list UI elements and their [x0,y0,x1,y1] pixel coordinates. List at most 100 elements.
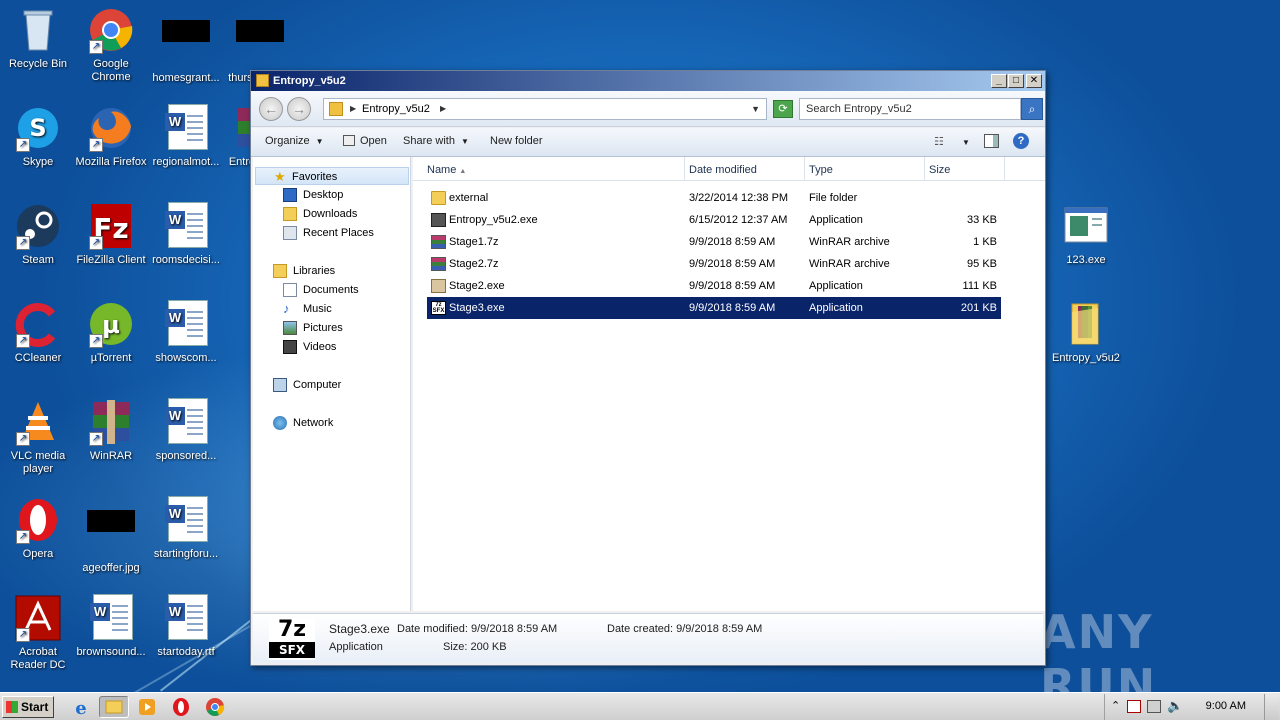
search-input[interactable]: Search Entropy_v5u2 [799,98,1021,120]
address-dropdown-icon[interactable]: ▼ [751,99,760,119]
desktop-icon-ccleaner[interactable]: ↗ CCleaner [0,300,76,365]
desktop-icon-showscom[interactable]: W showscom... [148,300,224,365]
column-date-modified[interactable]: Date modified [685,157,805,181]
nav-desktop-label: Desktop [303,189,344,201]
winrar-archive-icon [431,235,446,249]
desktop-icon-steam[interactable]: ↗ Steam [0,202,76,267]
folder-icon [329,102,343,116]
desktop-icon-recycle-bin[interactable]: Recycle Bin [0,6,76,71]
nav-videos[interactable]: Videos [283,338,336,356]
shortcut-arrow-icon: ↗ [16,334,30,348]
clock[interactable]: 9:00 AM [1206,700,1246,712]
network-status-icon[interactable] [1147,700,1161,713]
close-button[interactable]: ✕ [1026,74,1042,88]
downloads-folder-icon [283,207,297,221]
breadcrumb-chevron-icon[interactable]: ▶ [440,99,446,119]
nav-computer-label: Computer [293,379,342,391]
new-folder-button[interactable]: New folder [490,135,543,147]
desktop-icon-chrome[interactable]: ↗ Google Chrome [73,6,149,84]
desktop-icon-startingforu[interactable]: W startingforu... [148,496,224,561]
desktop-icon-entropy-folder[interactable]: Entropy_v5u2 [1048,300,1124,365]
start-button[interactable]: Start [2,696,54,718]
desktop-icon-brownsound[interactable]: W brownsound... [73,594,149,659]
address-field[interactable]: ▶ Entropy_v5u2 ▶ ▼ [323,98,767,120]
desktop-icon-opera[interactable]: ↗ Opera [0,496,76,561]
nav-pictures[interactable]: Pictures [283,319,343,337]
desktop-icon-filezilla[interactable]: Fz ↗ FileZilla Client [73,202,149,267]
media-player-icon[interactable] [136,696,158,718]
desktop-icon-firefox[interactable]: ↗ Mozilla Firefox [73,104,149,169]
open-button[interactable]: Open [343,135,387,147]
steam-icon: ↗ [14,202,62,250]
word-document-icon: W [162,594,210,642]
organize-button[interactable]: Organize ▼ [265,135,324,147]
column-size[interactable]: Size [925,157,1005,181]
search-icon[interactable]: ⌕ [1021,98,1043,120]
file-row-stage1-7z[interactable]: Stage1.7z 9/9/2018 8:59 AM WinRAR archiv… [427,231,1001,253]
desktop-icon-regionalmot[interactable]: W regionalmot... [148,104,224,169]
nav-downloads[interactable]: Downloads [283,205,357,223]
file-type: Application [809,302,863,314]
window-titlebar[interactable]: Entropy_v5u2 _ □ ✕ [251,71,1045,91]
nav-recent-places[interactable]: Recent Places [283,224,374,242]
file-row-stage2-7z[interactable]: Stage2.7z 9/9/2018 8:59 AM WinRAR archiv… [427,253,1001,275]
minimize-button[interactable]: _ [991,74,1007,88]
maximize-button[interactable]: □ [1008,74,1024,88]
chrome-icon: ↗ [87,6,135,54]
desktop-icon-acrobat[interactable]: ↗ Acrobat Reader DC [0,594,76,672]
desktop-icon-winrar[interactable]: ↗ WinRAR [73,398,149,463]
desktop-icon-skype[interactable]: S ↗ Skype [0,104,76,169]
nav-desktop[interactable]: Desktop [283,186,343,204]
volume-icon[interactable]: 🔈 [1167,698,1183,714]
internet-explorer-icon[interactable]: e [70,696,92,719]
file-row-entropy-exe[interactable]: Entropy_v5u2.exe 6/15/2012 12:37 AM Appl… [427,209,1001,231]
word-document-icon: W [162,496,210,544]
show-hidden-icons-icon[interactable]: ⌃ [1111,699,1120,712]
desktop-icon-utorrent[interactable]: µ ↗ µTorrent [73,300,149,365]
desktop-icon-roomsdecisi[interactable]: W roomsdecisi... [148,202,224,267]
preview-pane-icon[interactable] [984,134,999,148]
forward-button[interactable]: → [287,97,311,121]
back-button[interactable]: ← [259,97,283,121]
desktop-icon-123exe[interactable]: 123.exe [1048,202,1124,267]
nav-libraries[interactable]: Libraries [273,262,335,280]
file-row-stage2-exe[interactable]: Stage2.exe 9/9/2018 8:59 AM Application … [427,275,1001,297]
shortcut-arrow-icon: ↗ [16,432,30,446]
chevron-down-icon[interactable]: ▼ [962,138,970,147]
nav-documents[interactable]: Documents [283,281,359,299]
shortcut-arrow-icon: ↗ [89,236,103,250]
desktop-icon-ageoffer[interactable]: ageoffer.jpg [73,496,149,575]
chrome-icon[interactable] [204,696,226,718]
file-date: 3/22/2014 12:38 PM [689,192,789,204]
file-row-external[interactable]: external 3/22/2014 12:38 PM File folder [427,187,1001,209]
file-date: 9/9/2018 8:59 AM [689,236,776,248]
sfx-icon-bottom: SFX [269,642,315,658]
desktop-icon-vlc[interactable]: ↗ VLC media player [0,398,76,476]
nav-network[interactable]: Network [273,414,333,432]
column-name[interactable]: Name ▲ [423,157,685,181]
column-type[interactable]: Type [805,157,925,181]
desktop-icon-startoday[interactable]: W startoday.rtf [148,594,224,659]
nav-computer[interactable]: Computer [273,376,341,394]
nav-music[interactable]: ♪ Music [283,300,332,318]
word-document-icon: W [87,594,135,642]
file-row-stage3-exe[interactable]: 7z SFX Stage3.exe 9/9/2018 8:59 AM Applic… [427,297,1001,319]
winrar-archive-icon [431,257,446,271]
breadcrumb-entropy[interactable]: Entropy_v5u2 [362,103,430,115]
explorer-taskbar-button[interactable] [99,696,129,718]
desktop-icon-sponsored[interactable]: W sponsored... [148,398,224,463]
share-with-button[interactable]: Share with ▼ [403,135,469,147]
action-center-flag-icon[interactable] [1127,700,1141,713]
folder-icon [1062,300,1110,348]
help-icon[interactable]: ? [1013,133,1029,149]
nav-favorites[interactable]: ★ Favorites [255,167,409,185]
refresh-button[interactable]: ⟳ [773,100,793,118]
opera-icon[interactable] [170,696,192,718]
desktop-icon-homesgrant[interactable]: homesgrant... [148,6,224,85]
nav-music-label: Music [303,303,332,315]
folder-icon [256,74,269,87]
breadcrumb-arrow-icon[interactable]: ▶ [350,99,356,119]
details-filename: Stage3.exe [329,622,390,636]
show-desktop-button[interactable] [1264,694,1278,720]
view-options-icon[interactable]: ☷ [934,135,944,148]
